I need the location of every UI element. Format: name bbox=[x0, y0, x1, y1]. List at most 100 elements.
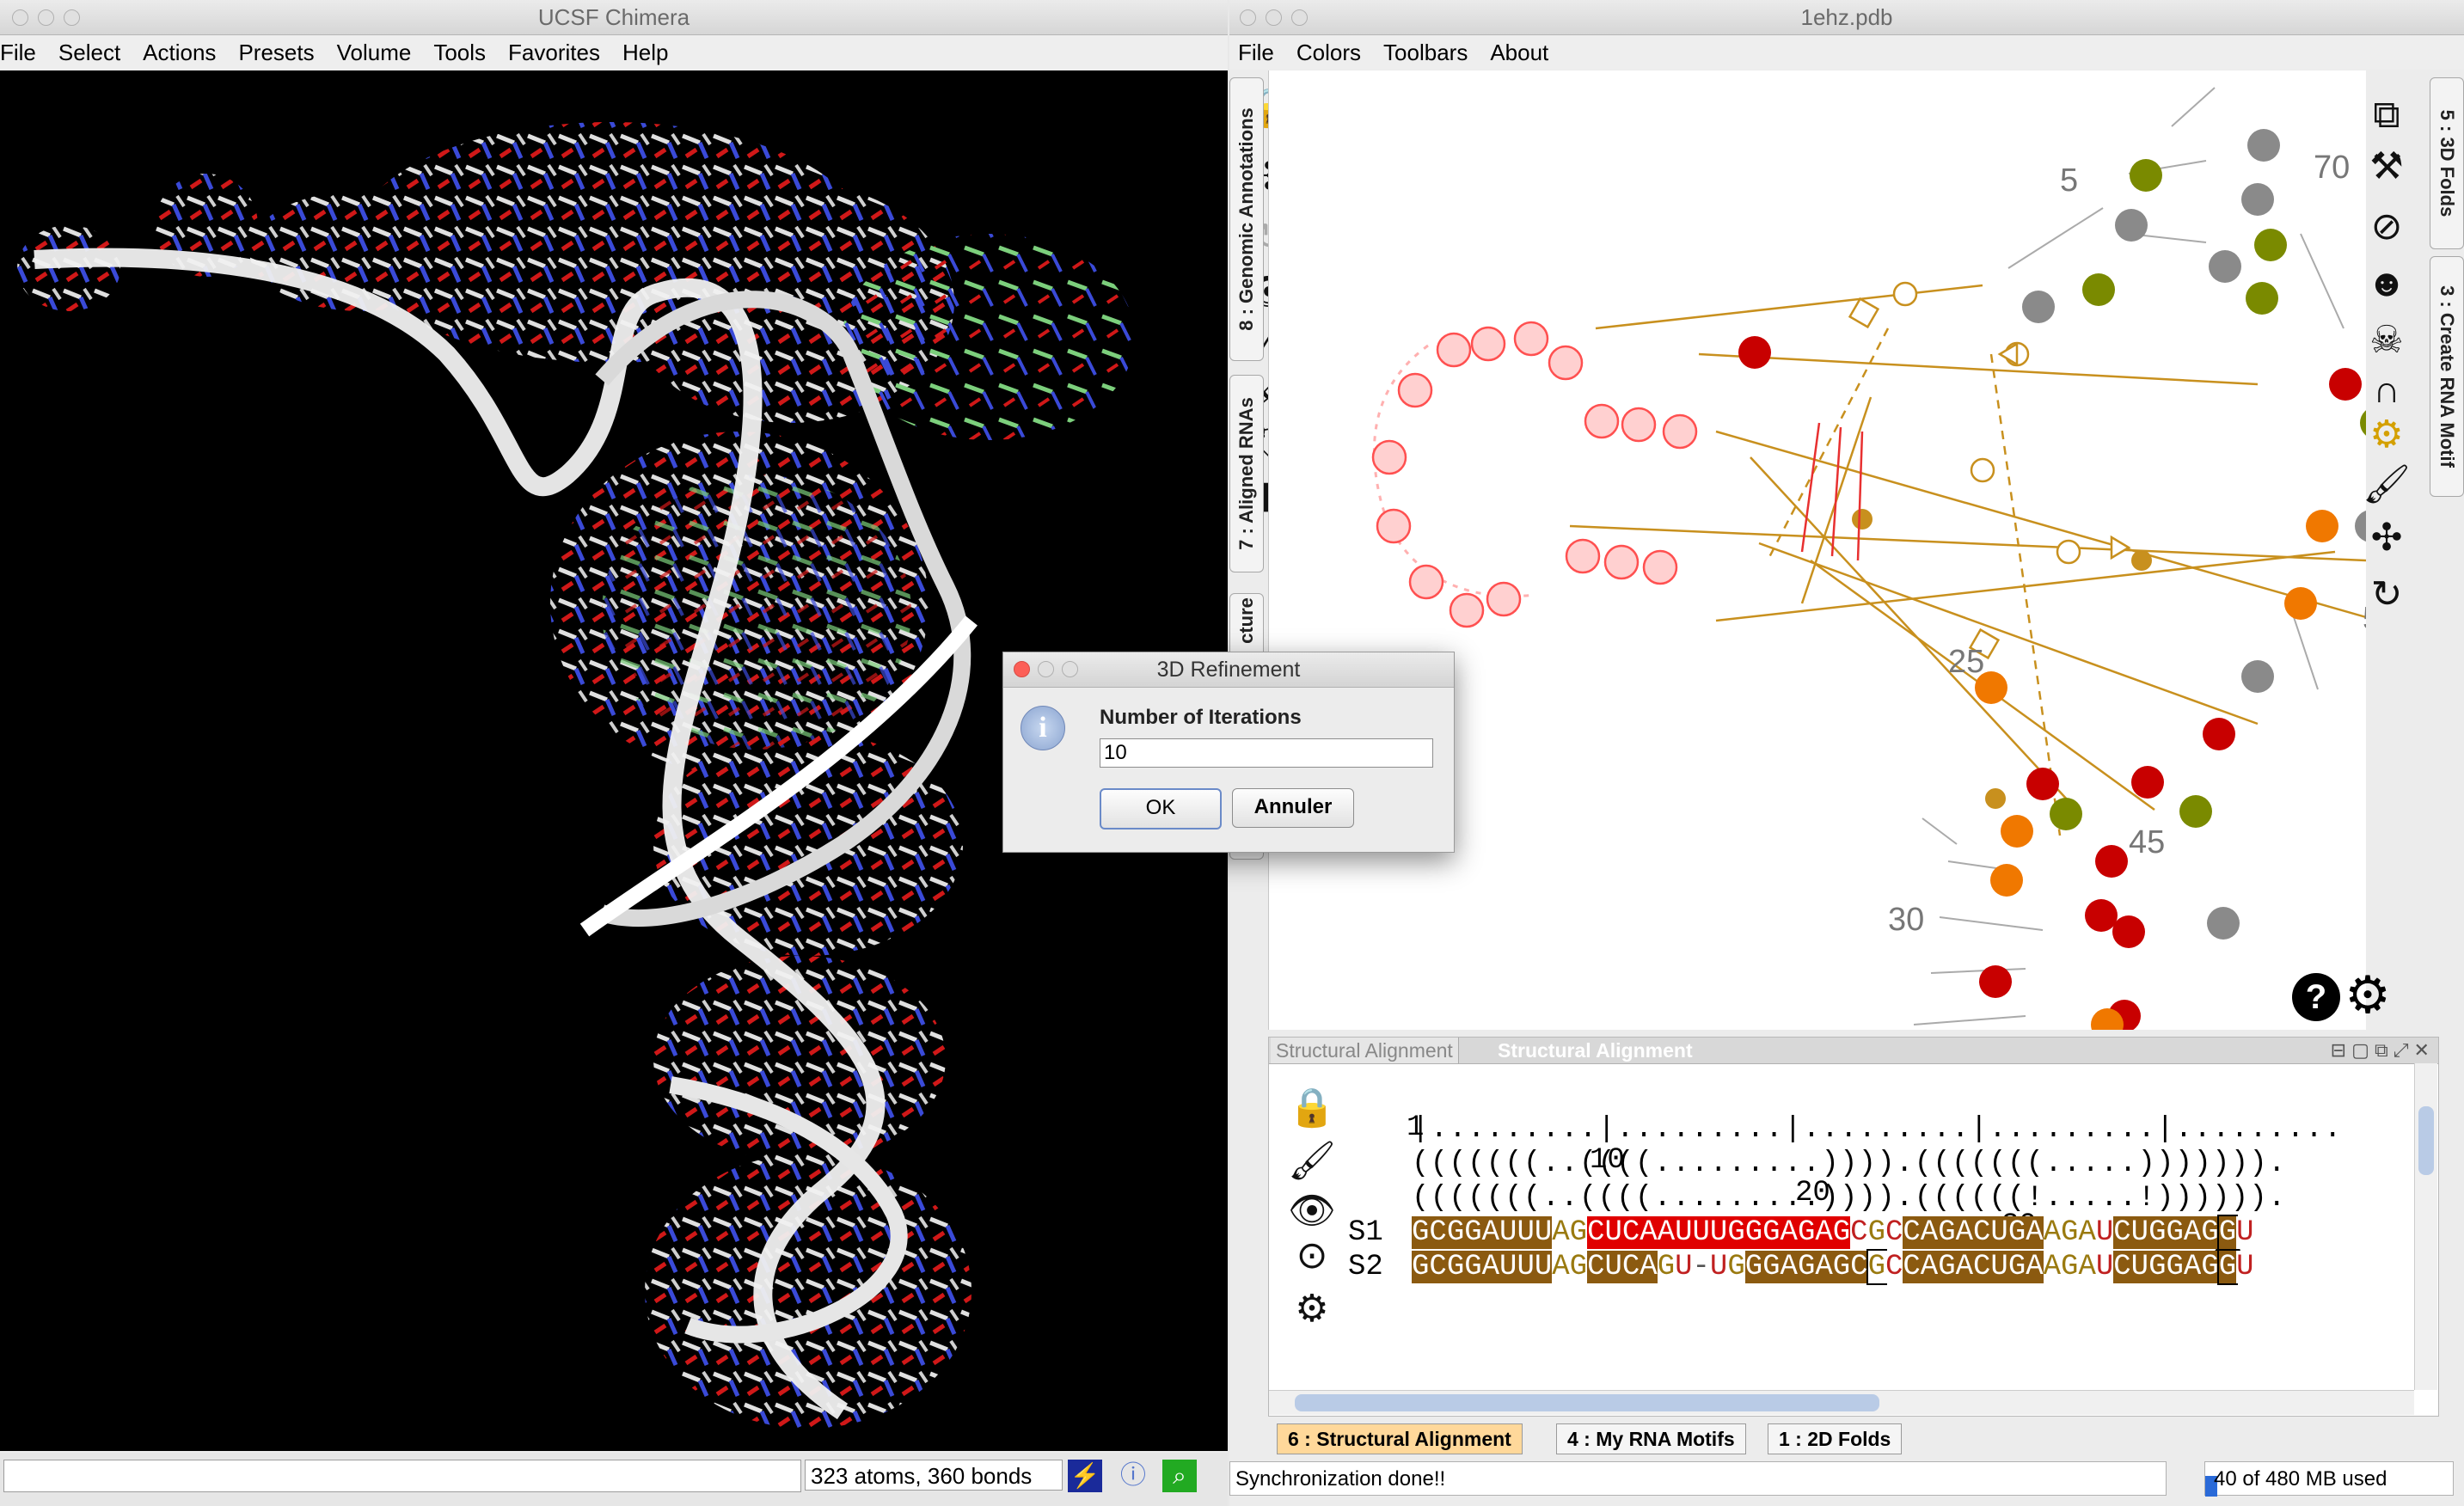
skull-icon[interactable]: ☠ bbox=[2361, 318, 2412, 363]
nucleotide[interactable]: U bbox=[2095, 1251, 2114, 1283]
nucleotide[interactable]: A bbox=[1920, 1251, 1939, 1283]
nucleotide[interactable]: G bbox=[2216, 1249, 2239, 1285]
gears-icon[interactable]: ⚙ bbox=[1286, 1287, 1338, 1332]
nucleotide[interactable]: G bbox=[1464, 1251, 1482, 1283]
nucleotide[interactable]: A bbox=[1780, 1216, 1798, 1249]
memory-usage-indicator[interactable]: 40 of 480 MB used bbox=[2204, 1461, 2454, 1497]
nucleotide[interactable]: U bbox=[1692, 1216, 1710, 1249]
nucleotide[interactable]: A bbox=[2078, 1216, 2096, 1249]
nucleotide[interactable]: G bbox=[1938, 1216, 1956, 1249]
brush-icon[interactable]: 🖌 bbox=[1286, 1139, 1338, 1184]
alignment-scroll-area[interactable]: |.........|.........|.........|.........… bbox=[1412, 1113, 2373, 1345]
nucleotide[interactable]: G bbox=[2007, 1251, 2026, 1283]
tab-create-rna-motif[interactable]: 3 : Create RNA Motif bbox=[2430, 256, 2464, 497]
forbidden-icon[interactable]: ⊘ bbox=[2361, 205, 2412, 249]
nucleotide[interactable]: G bbox=[1727, 1251, 1745, 1283]
nucleotide[interactable]: A bbox=[1552, 1251, 1570, 1283]
nucleotide[interactable]: C bbox=[1587, 1216, 1605, 1249]
brush-icon[interactable]: 🖌 bbox=[2361, 462, 2412, 507]
nucleotide[interactable]: C bbox=[1903, 1251, 1921, 1283]
menu-toolbars[interactable]: Toolbars bbox=[1383, 40, 1468, 65]
nucleotide[interactable]: G bbox=[1657, 1251, 1676, 1283]
menu-favorites[interactable]: Favorites bbox=[508, 40, 600, 65]
nucleotide[interactable]: G bbox=[1832, 1216, 1851, 1249]
nucleotide[interactable]: A bbox=[1657, 1216, 1676, 1249]
nucleotide[interactable]: A bbox=[1815, 1216, 1833, 1249]
nucleotide[interactable]: G bbox=[1832, 1251, 1851, 1283]
inspect-icon[interactable]: ⌕ bbox=[1162, 1460, 1197, 1492]
nucleotide[interactable]: A bbox=[1780, 1251, 1798, 1283]
nucleotide[interactable]: C bbox=[1885, 1251, 1903, 1283]
nucleotide[interactable]: A bbox=[2183, 1251, 2202, 1283]
iterations-input[interactable]: 10 bbox=[1100, 738, 1433, 768]
zoom-window-button[interactable] bbox=[1291, 9, 1308, 26]
nucleotide[interactable]: G bbox=[2148, 1251, 2167, 1283]
nucleotide[interactable]: A bbox=[2078, 1251, 2096, 1283]
nucleotide[interactable]: U bbox=[1604, 1216, 1622, 1249]
nucleotide[interactable]: U bbox=[2130, 1216, 2149, 1249]
menu-about[interactable]: About bbox=[1490, 40, 1548, 65]
nucleotide[interactable]: G bbox=[1744, 1216, 1763, 1249]
nucleotide[interactable]: G bbox=[2061, 1216, 2079, 1249]
nucleotide[interactable]: A bbox=[2183, 1216, 2202, 1249]
menu-help[interactable]: Help bbox=[622, 40, 668, 65]
import-icon[interactable]: ⊙ bbox=[1286, 1234, 1338, 1278]
compress-icon[interactable]: ✣ bbox=[2361, 516, 2412, 560]
nucleotide[interactable]: C bbox=[1621, 1251, 1640, 1283]
nucleotide[interactable]: A bbox=[2043, 1251, 2062, 1283]
panel-window-controls[interactable]: ⊟ ▢ ⧉ ⤢ ✕ bbox=[2331, 1039, 2430, 1062]
nucleotide[interactable]: A bbox=[1481, 1251, 1500, 1283]
nucleotide[interactable]: G bbox=[1412, 1216, 1430, 1249]
nucleotide[interactable]: U bbox=[2236, 1216, 2254, 1249]
nucleotide[interactable]: A bbox=[1552, 1216, 1570, 1249]
nucleotide[interactable]: C bbox=[1850, 1251, 1868, 1283]
nucleotide[interactable]: A bbox=[2026, 1251, 2044, 1283]
nucleotide[interactable]: G bbox=[2007, 1216, 2026, 1249]
nucleotide[interactable]: G bbox=[1464, 1216, 1482, 1249]
tab-genomic-annotations[interactable]: 8 : Genomic Annotations bbox=[1229, 77, 1264, 361]
nucleotide[interactable]: U bbox=[1499, 1251, 1517, 1283]
tab-structural-alignment[interactable]: 6 : Structural Alignment bbox=[1277, 1423, 1523, 1454]
nucleotide[interactable]: G bbox=[1744, 1251, 1763, 1283]
nucleotide[interactable]: G bbox=[2166, 1251, 2184, 1283]
nucleotide[interactable]: - bbox=[1692, 1251, 1710, 1283]
nucleotide[interactable]: G bbox=[1569, 1251, 1588, 1283]
nucleotide[interactable]: A bbox=[1955, 1251, 1973, 1283]
windows-icon[interactable]: ⧉ bbox=[2361, 93, 2412, 138]
nucleotide[interactable]: G bbox=[2216, 1215, 2239, 1251]
tab-my-rna-motifs[interactable]: 4 : My RNA Motifs bbox=[1556, 1423, 1746, 1454]
dialog-zoom-button[interactable] bbox=[1062, 661, 1078, 677]
secondary-structure-canvas[interactable]: 5 70 65 25 50 45 30 ? ⚙ bbox=[1268, 70, 2437, 1041]
nucleotide[interactable]: G bbox=[1797, 1216, 1816, 1249]
menu-presets[interactable]: Presets bbox=[238, 40, 314, 65]
nucleotide[interactable]: G bbox=[2148, 1216, 2167, 1249]
nucleotide[interactable]: G bbox=[2201, 1216, 2219, 1249]
nucleotide[interactable]: A bbox=[2043, 1216, 2062, 1249]
nucleotide[interactable]: G bbox=[2061, 1251, 2079, 1283]
nucleotide[interactable]: A bbox=[1955, 1216, 1973, 1249]
nucleotide[interactable]: C bbox=[1973, 1251, 1991, 1283]
nucleotide[interactable]: G bbox=[1797, 1251, 1816, 1283]
nucleotide[interactable]: C bbox=[1429, 1251, 1447, 1283]
tab-aligned-rnas[interactable]: 7 : Aligned RNAs bbox=[1229, 375, 1264, 572]
dialog-minimize-button[interactable] bbox=[1038, 661, 1054, 677]
menu-file[interactable]: File bbox=[1238, 40, 1274, 65]
nucleotide[interactable]: U bbox=[2236, 1251, 2254, 1283]
nucleotide[interactable]: U bbox=[1499, 1216, 1517, 1249]
nucleotide[interactable]: A bbox=[1481, 1216, 1500, 1249]
nucleotide[interactable]: C bbox=[1850, 1216, 1868, 1249]
menu-volume[interactable]: Volume bbox=[337, 40, 412, 65]
nucleotide[interactable]: U bbox=[1534, 1251, 1553, 1283]
tab-2d-folds[interactable]: 1 : 2D Folds bbox=[1768, 1423, 1903, 1454]
gears-icon[interactable]: ⚙ bbox=[2361, 413, 2412, 457]
lightning-icon[interactable]: ⚡ bbox=[1068, 1460, 1102, 1492]
info-icon[interactable]: ⓘ bbox=[1116, 1460, 1150, 1492]
menu-select[interactable]: Select bbox=[58, 40, 120, 65]
menu-actions[interactable]: Actions bbox=[143, 40, 216, 65]
nucleotide[interactable]: A bbox=[1640, 1216, 1658, 1249]
close-window-button[interactable] bbox=[1240, 9, 1256, 26]
nucleotide[interactable]: G bbox=[1569, 1216, 1588, 1249]
nucleotide[interactable]: C bbox=[1429, 1216, 1447, 1249]
menu-tools[interactable]: Tools bbox=[433, 40, 486, 65]
nucleotide[interactable]: G bbox=[1867, 1216, 1885, 1249]
